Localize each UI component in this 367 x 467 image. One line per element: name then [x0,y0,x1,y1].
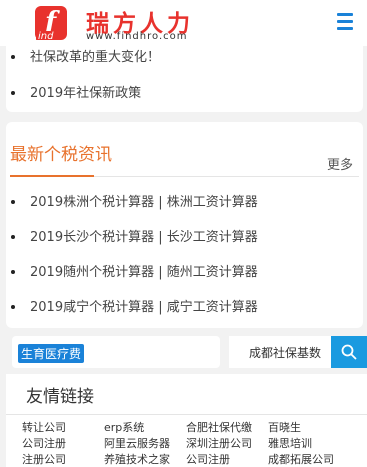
friend-link[interactable]: 公司注册 [186,451,230,467]
section-title: 最新个税资讯 [10,145,112,165]
news-link[interactable]: 2019株洲个税计算器 | 株洲工资计算器 [30,191,258,210]
bullet-dot-icon [11,200,15,204]
news-link[interactable]: 2019咸宁个税计算器 | 咸宁工资计算器 [30,296,258,315]
friend-link[interactable]: 合肥社保代缴 [186,419,252,435]
friend-links-card: 友情链接 转让公司 erp系统 合肥社保代缴 百晓生 公司注册 阿里云服务器 深… [6,374,367,467]
tag-box: 生育医疗费 [12,336,220,368]
news-link[interactable]: 2019长沙个税计算器 | 长沙工资计算器 [30,226,258,245]
friend-link[interactable]: 注册公司 [22,451,66,467]
friend-links-divider [6,414,367,415]
friend-link[interactable]: 深圳注册公司 [186,435,252,451]
friend-link[interactable]: 养殖技术之家 [104,451,170,467]
friend-link[interactable]: 转让公司 [22,419,66,435]
section-title-underline [10,175,94,177]
bullet-dot-icon [11,270,15,274]
friend-link[interactable]: 阿里云服务器 [104,435,170,451]
tax-news-card: 最新个税资讯 更多 2019株洲个税计算器 | 株洲工资计算器 2019长沙个税… [6,122,363,328]
friend-link[interactable]: erp系统 [104,419,144,435]
top-news-card: 社保改革的重大变化！ 2019年社保新政策 [6,40,363,112]
bullet-dot-icon [11,91,15,95]
search-button[interactable] [331,336,367,368]
news-link[interactable]: 2019随州个税计算器 | 随州工资计算器 [30,261,258,280]
bullet-dot-icon [11,55,15,59]
news-link[interactable]: 社保改革的重大变化！ [30,46,160,65]
friend-link[interactable]: 公司注册 [22,435,66,451]
site-logo[interactable]: f ind [35,6,67,42]
friend-link[interactable]: 百晓生 [268,419,301,435]
news-link[interactable]: 2019年社保新政策 [30,82,141,101]
more-link[interactable]: 更多 [327,154,353,173]
tag-link[interactable]: 生育医疗费 [18,344,85,363]
friend-links-title: 友情链接 [26,387,94,407]
friend-link[interactable]: 雅思培训 [268,435,312,451]
search-input[interactable] [229,336,331,368]
hamburger-menu-icon[interactable] [337,13,353,31]
search-bar [229,336,367,368]
bullet-dot-icon [11,305,15,309]
friend-link[interactable]: 成都拓展公司 [268,451,334,467]
search-icon [341,344,357,360]
bullet-dot-icon [11,235,15,239]
